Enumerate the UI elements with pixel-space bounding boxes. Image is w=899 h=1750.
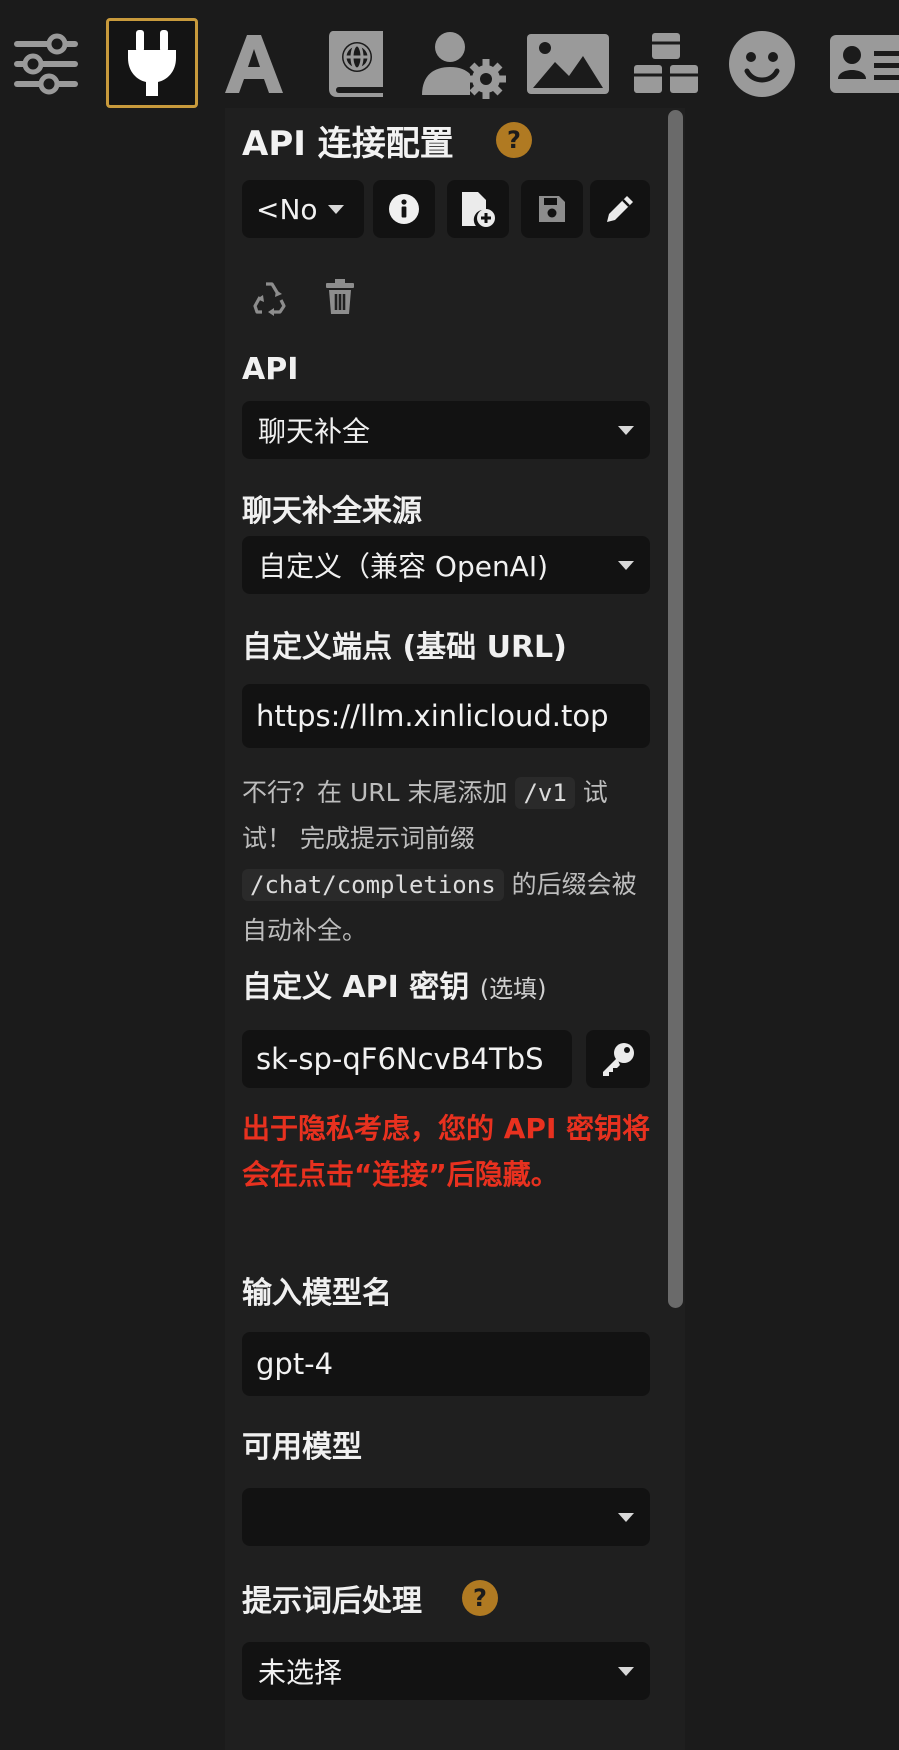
api-key-input[interactable]: sk-sp-qF6NcvB4TbS (242, 1030, 572, 1088)
endpoint-label: 自定义端点 (基础 URL) (242, 630, 567, 665)
rename-profile-button[interactable] (590, 180, 650, 238)
top-toolbar (0, 0, 899, 108)
privacy-warning: 出于隐私考虑，您的 API 密钥将会在点击“连接”后隐藏。 (242, 1112, 651, 1191)
panel-title: API 连接配置 (242, 124, 454, 164)
api-key-optional-text: (选填) (479, 975, 547, 1003)
chat-source-label: 聊天补全来源 (242, 494, 422, 529)
font-icon[interactable] (208, 18, 300, 110)
user-gear-icon[interactable] (418, 18, 510, 110)
recycle-icon (253, 282, 286, 316)
model-name-label: 输入模型名 (242, 1276, 392, 1311)
hint-code-chat-completions: /chat/completions (242, 869, 504, 901)
manage-keys-button[interactable] (586, 1030, 650, 1088)
postprocess-value: 未选择 (258, 1656, 343, 1689)
file-add-icon (462, 192, 495, 227)
key-icon (603, 1043, 634, 1076)
info-icon (389, 194, 419, 224)
plug-icon[interactable] (106, 18, 198, 108)
available-models-select[interactable] (242, 1488, 650, 1546)
chevron-down-icon (618, 1666, 634, 1676)
profile-select-value: <No (256, 192, 318, 226)
id-card-icon[interactable] (822, 18, 899, 110)
chevron-down-icon (327, 204, 344, 214)
api-key-label-text: 自定义 API 密钥 (242, 970, 470, 1005)
save-profile-button[interactable] (521, 180, 583, 238)
book-globe-icon[interactable] (310, 18, 402, 110)
chevron-down-icon (618, 1512, 634, 1522)
pencil-icon (607, 196, 633, 222)
help-icon[interactable]: ? (462, 1580, 498, 1616)
endpoint-hint: 不行？在 URL 末尾添加 /v1 试试！ 完成提示词前缀 /chat/comp… (242, 770, 652, 954)
trash-icon (326, 279, 354, 314)
chat-source-select[interactable]: 自定义（兼容 OpenAI) (242, 536, 650, 594)
chat-source-value: 自定义（兼容 OpenAI) (258, 550, 549, 583)
endpoint-url-input[interactable]: https://llm.xinlicloud.top (242, 684, 650, 748)
reload-profile-button[interactable] (252, 278, 292, 318)
postprocess-select[interactable]: 未选择 (242, 1642, 650, 1700)
api-select[interactable]: 聊天补全 (242, 401, 650, 459)
smile-icon[interactable] (716, 18, 808, 110)
chevron-down-icon (618, 425, 634, 435)
floppy-save-icon (539, 196, 565, 222)
available-models-label: 可用模型 (242, 1430, 362, 1465)
panel-scrollbar[interactable] (668, 110, 683, 1308)
model-name-input[interactable]: gpt-4 (242, 1332, 650, 1396)
connection-profile-select[interactable]: <No (242, 180, 364, 238)
delete-profile-button[interactable] (324, 278, 360, 318)
help-icon[interactable]: ? (496, 122, 532, 158)
image-icon[interactable] (522, 18, 614, 110)
hint-text-1: 不行？在 URL 末尾添加 (242, 778, 508, 807)
cubes-icon[interactable] (620, 18, 712, 110)
api-select-value: 聊天补全 (258, 415, 371, 448)
new-profile-button[interactable] (447, 180, 509, 238)
api-label: API (242, 352, 299, 387)
postprocess-label: 提示词后处理 (242, 1584, 422, 1619)
profile-info-button[interactable] (373, 180, 435, 238)
hint-code-v1: /v1 (515, 777, 575, 809)
api-key-label: 自定义 API 密钥 (选填) (242, 962, 546, 1006)
chevron-down-icon (618, 560, 634, 570)
sliders-icon[interactable] (0, 18, 92, 110)
